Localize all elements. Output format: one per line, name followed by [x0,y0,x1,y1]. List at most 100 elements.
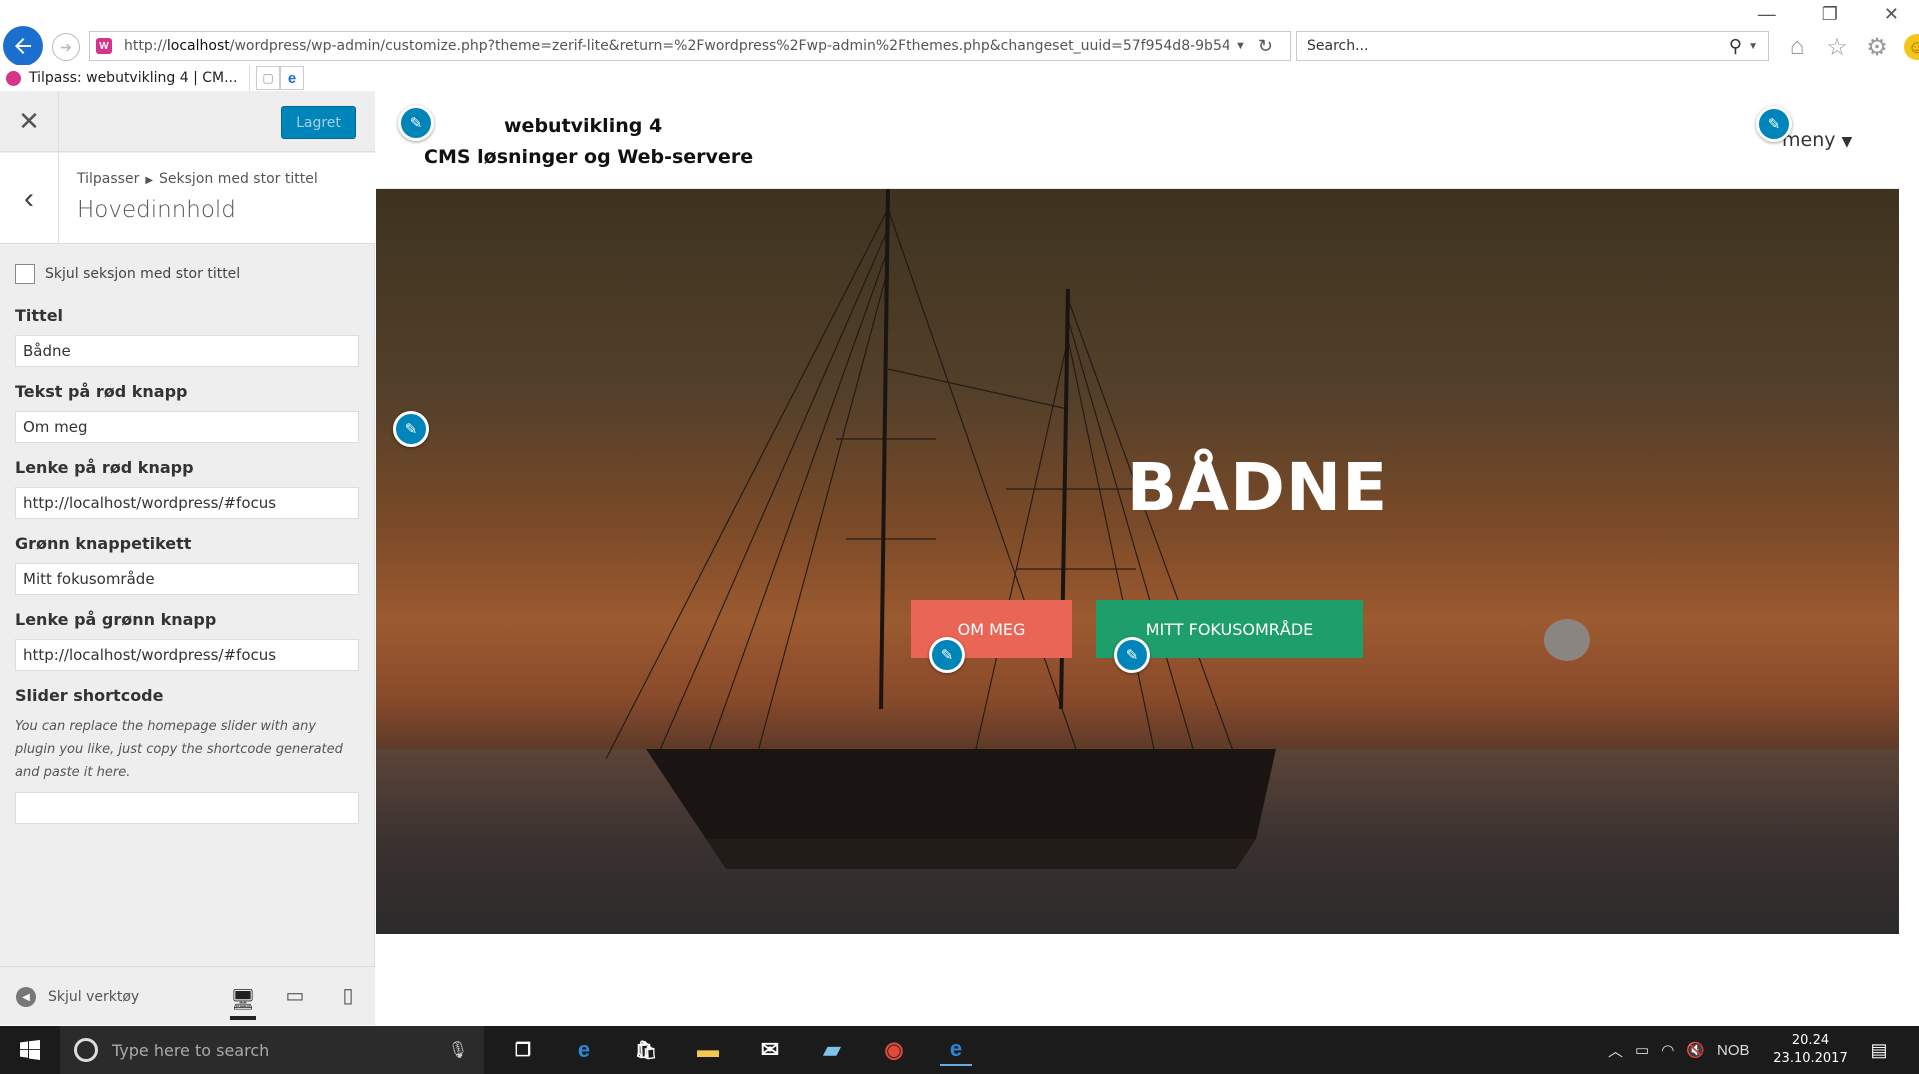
start-button[interactable] [0,1026,60,1074]
internet-explorer-icon[interactable]: e [940,1034,972,1066]
mobile-icon: ▯ [342,984,354,1007]
back-button[interactable] [3,26,43,66]
taskbar-clock[interactable]: 20.24 23.10.2017 [1773,1032,1848,1068]
red-button-link-input[interactable]: http://localhost/wordpress/#focus [15,487,359,519]
favorites-star-icon[interactable]: ☆ [1824,34,1850,61]
tab-favicon-icon [6,70,21,86]
taskbar-search-input[interactable]: Type here to search [112,1041,448,1060]
slider-shortcode-input[interactable] [15,792,359,824]
minimize-button[interactable]: — [1758,4,1776,25]
green-button-label-input[interactable]: Mitt fokusområde [15,563,359,595]
hide-section-label: Skjul seksjon med stor tittel [45,265,241,282]
windows-taskbar: Type here to search 🎙 ❐ e 🛍 ▬ ✉ ▰ ◉ e ︿ … [0,1026,1919,1074]
address-url[interactable]: http://localhost/wordpress/wp-admin/cust… [124,38,1229,54]
field-slider-shortcode: Slider shortcode You can replace the hom… [15,686,360,824]
settings-gear-icon[interactable]: ⚙ [1864,34,1890,61]
language-indicator[interactable]: NOB [1717,1042,1750,1059]
browser-tab-active[interactable]: Tilpass: webutvikling 4 | CM... [0,65,250,91]
menu-toggle[interactable]: meny ▼ [1782,129,1852,151]
search-dropdown-icon[interactable]: ▼ [1748,41,1758,52]
edit-hero-title-icon[interactable]: ✎ [393,411,429,447]
site-preview: ✎ webutvikling 4 CMS løsninger og Web-se… [376,91,1899,1025]
caret-down-icon: ▼ [1841,134,1853,150]
field-green-button-link: Lenke på grønn knapp http://localhost/wo… [15,610,360,671]
customizer-sidebar: ✕ Lagret ‹ Tilpasser ▶ Seksjon med stor ti… [0,91,375,1025]
slider-description: You can replace the homepage slider with… [15,719,343,780]
field-label: Tekst på rød knapp [15,382,188,401]
site-tagline: CMS løsninger og Web-servere [424,146,754,168]
home-icon[interactable]: ⌂ [1784,33,1810,60]
mail-icon[interactable]: ✉ [754,1034,786,1066]
file-explorer-icon[interactable]: ▬ [692,1034,724,1066]
browser-search-input[interactable]: Search... [1307,38,1729,54]
field-label: Grønn knappetikett [15,534,192,553]
hide-section-checkbox-row[interactable]: Skjul seksjon med stor tittel [15,261,360,286]
tablet-icon: ▭ [285,984,305,1007]
chevron-left-icon: ‹ [24,181,34,215]
feedback-smiley-icon[interactable]: ☺ [1904,34,1919,60]
title-input[interactable]: Bådne [15,335,359,367]
mobile-preview-button[interactable]: ▯ [335,982,361,1008]
edit-green-button-icon[interactable]: ✎ [1114,637,1150,673]
green-button-link-input[interactable]: http://localhost/wordpress/#focus [15,639,359,671]
collapse-icon: ◀ [16,987,36,1007]
save-button[interactable]: Lagret [281,106,356,139]
ie-tab-icon[interactable]: e [280,66,304,90]
desktop-preview-button[interactable]: 🖥 [230,982,256,1020]
address-dropdown-icon[interactable]: ▼ [1235,40,1246,52]
system-tray: ︿ ▭ ◠ 🔇 NOB [1608,1026,1750,1074]
tablet-preview-button[interactable]: ▭ [282,982,308,1008]
chevron-up-icon[interactable]: ︿ [1608,1040,1623,1061]
site-favicon-icon: W [96,38,112,54]
hide-section-checkbox[interactable] [15,263,35,284]
wifi-icon[interactable]: ◠ [1661,1041,1674,1059]
edit-site-title-icon[interactable]: ✎ [398,105,434,141]
new-tab-button[interactable]: ▢ [256,66,280,90]
arrow-left-icon [15,38,31,54]
battery-icon[interactable]: ▭ [1635,1041,1649,1059]
windows-logo-icon [20,1040,40,1060]
field-red-button-link: Lenke på rød knapp http://localhost/word… [15,458,360,519]
cortana-icon [74,1038,98,1062]
tab-title: Tilpass: webutvikling 4 | CM... [29,70,238,86]
search-icon[interactable]: ⚲ [1729,36,1742,57]
task-view-icon[interactable]: ❐ [507,1034,539,1066]
field-label: Lenke på grønn knapp [15,610,217,629]
forward-button[interactable]: ➔ [52,33,80,61]
section-title-area: ‹ Tilpasser ▶ Seksjon med stor tittel Hove… [0,153,375,244]
field-red-button-text: Tekst på rød knapp Om meg [15,382,360,443]
edge-icon[interactable]: e [568,1034,600,1066]
taskbar-search[interactable]: Type here to search 🎙 [60,1026,484,1074]
chrome-icon[interactable]: ◉ [878,1034,910,1066]
site-header: ✎ webutvikling 4 CMS løsninger og Web-se… [376,91,1899,189]
microphone-icon[interactable]: 🎙 [448,1040,468,1060]
browser-search-box[interactable]: Search... ⚲ ▼ [1296,31,1769,61]
hero-title: BÅDNE [1126,449,1389,526]
app-pen-icon[interactable]: ▰ [816,1034,848,1066]
customizer-header: ✕ Lagret [0,91,375,152]
edit-menu-icon[interactable]: ✎ [1756,106,1792,142]
desktop-icon: 🖥 [230,988,256,1011]
field-label: Lenke på rød knapp [15,458,194,477]
close-window-button[interactable]: ✕ [1884,4,1899,25]
volume-muted-icon[interactable]: 🔇 [1686,1041,1705,1059]
edit-red-button-icon[interactable]: ✎ [929,637,965,673]
refresh-icon[interactable]: ↻ [1258,36,1273,57]
field-title: Tittel Bådne [15,306,360,367]
red-button-text-input[interactable]: Om meg [15,411,359,443]
field-label: Slider shortcode [15,686,164,705]
field-green-button-label: Grønn knappetikett Mitt fokusområde [15,534,360,595]
clock-date: 23.10.2017 [1773,1051,1848,1066]
notifications-icon[interactable]: ▤ [1866,1038,1892,1062]
hide-controls-button[interactable]: ◀ Skjul verktøy [16,987,139,1007]
address-bar[interactable]: W http://localhost/wordpress/wp-admin/cu… [89,31,1291,61]
browser-chrome: ➔ W http://localhost/wordpress/wp-admin/… [0,0,1919,91]
close-customizer-button[interactable]: ✕ [0,91,59,152]
customizer-footer: ◀ Skjul verktøy 🖥 ▭ ▯ [0,966,375,1024]
close-icon: ✕ [18,106,40,136]
restore-button[interactable]: ❐ [1822,4,1838,25]
site-name[interactable]: webutvikling 4 [504,115,662,137]
back-to-section-button[interactable]: ‹ [0,153,59,244]
breadcrumb: Tilpasser ▶ Seksjon med stor tittel [77,171,318,187]
store-icon[interactable]: 🛍 [630,1034,662,1066]
